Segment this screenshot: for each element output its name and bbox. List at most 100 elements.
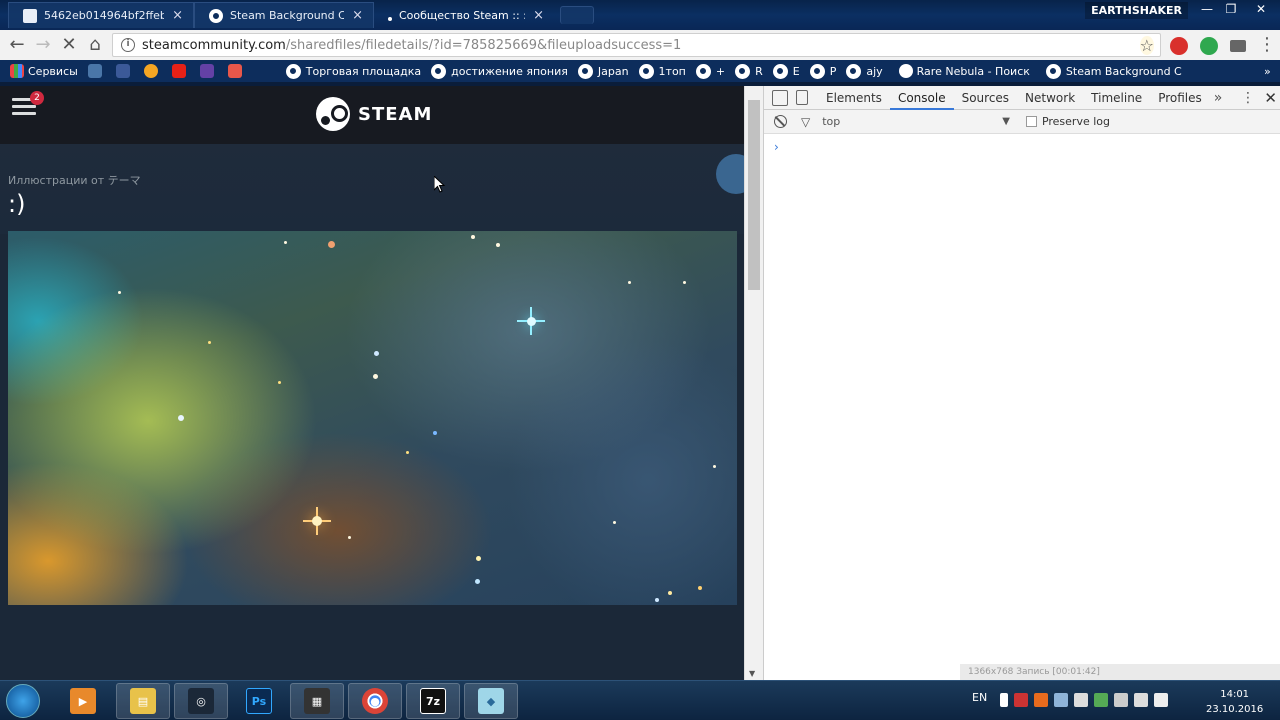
steam-logo[interactable]: STEAM — [316, 97, 432, 131]
scroll-down-icon[interactable]: ▼ — [749, 669, 755, 678]
bookmark-ajy[interactable]: ajy — [846, 63, 883, 79]
maximize-button[interactable]: ❐ — [1216, 0, 1246, 18]
google-icon — [898, 64, 913, 78]
tray-app-icon[interactable] — [1094, 693, 1108, 707]
artwork-category[interactable]: Иллюстрации от テーマ — [8, 172, 141, 188]
bookmark-facebook[interactable] — [115, 64, 134, 78]
show-hidden-icons-icon[interactable] — [1000, 693, 1008, 707]
close-icon[interactable]: × — [533, 8, 544, 23]
menu-icon[interactable]: ⋮ — [1256, 34, 1278, 56]
star — [374, 351, 379, 356]
steam-icon — [638, 63, 654, 79]
back-button[interactable]: ← — [6, 34, 28, 56]
bookmark-achievement[interactable]: достижение япония — [431, 63, 568, 79]
steam-page: 2 STEAM Иллюстрации от テーマ :) — [0, 86, 744, 680]
steam-tray-icon[interactable] — [1054, 693, 1068, 707]
bookmark-star-icon[interactable]: ☆ — [1139, 36, 1154, 55]
volume-icon[interactable] — [1154, 693, 1168, 707]
facebook-icon — [115, 64, 130, 78]
bookmark-1top[interactable]: 1топ — [638, 63, 686, 79]
language-indicator[interactable]: EN — [972, 691, 987, 704]
bookmark-app[interactable] — [227, 64, 246, 78]
forward-button[interactable]: → — [32, 34, 54, 56]
address-bar[interactable]: i steamcommunity.com /sharedfiles/filede… — [112, 33, 1161, 57]
chevron-down-icon[interactable]: ▼ — [1002, 116, 1010, 127]
media-player-icon[interactable]: ▶ — [56, 683, 110, 719]
tray-app-icon[interactable] — [1074, 693, 1088, 707]
bookmark-apps[interactable]: Сервисы — [10, 64, 78, 78]
start-button[interactable] — [6, 684, 40, 718]
video-editor-icon[interactable]: ▦ — [290, 683, 344, 719]
filter-icon[interactable]: ▽ — [801, 115, 810, 129]
bookmark-plus[interactable]: + — [695, 63, 725, 79]
star — [613, 521, 616, 524]
bookmark-japan[interactable]: Japan — [577, 63, 629, 79]
preserve-log-checkbox[interactable] — [1025, 116, 1037, 127]
chrome-icon[interactable]: ● — [348, 683, 402, 719]
device-mode-icon[interactable] — [796, 90, 808, 105]
close-icon[interactable]: × — [172, 8, 183, 23]
7zip-icon[interactable]: 7z — [406, 683, 460, 719]
devtools-menu-icon[interactable]: ⋮ — [1241, 90, 1255, 106]
preserve-log-label: Preserve log — [1041, 115, 1110, 128]
bookmark-twitch[interactable] — [199, 64, 218, 78]
star — [475, 579, 480, 584]
star — [496, 243, 500, 247]
more-tabs-icon[interactable]: » — [1214, 90, 1223, 106]
tab-console[interactable]: Console — [889, 86, 954, 110]
profile-name[interactable]: EARTHSHAKER — [1085, 2, 1188, 19]
tab-sources[interactable]: Sources — [954, 86, 1017, 110]
page-scrollbar[interactable]: ▼ — [744, 86, 763, 680]
bookmark-r[interactable]: R — [735, 63, 763, 79]
new-tab-button[interactable] — [560, 6, 594, 24]
steam-icon[interactable]: ◎ — [174, 683, 228, 719]
tab-steam-community[interactable]: Сообщество Steam :: :) × — [374, 2, 554, 28]
explorer-icon[interactable]: ▤ — [116, 683, 170, 719]
clear-console-icon[interactable] — [774, 115, 787, 128]
home-button[interactable]: ⌂ — [84, 34, 106, 56]
tab-network[interactable]: Network — [1017, 86, 1083, 110]
inspect-element-icon[interactable] — [772, 89, 788, 106]
devtools-tab-bar: Elements Console Sources Network Timelin… — [764, 86, 1280, 110]
stop-button[interactable]: ✕ — [58, 34, 80, 56]
steam-icon — [735, 63, 751, 79]
artwork-title: :) — [8, 190, 26, 218]
bookmarks-overflow-button[interactable]: » — [1264, 65, 1271, 78]
extension-icon[interactable] — [1170, 37, 1188, 55]
tray-app-icon[interactable] — [1114, 693, 1128, 707]
extension-icon[interactable] — [1230, 40, 1246, 52]
bookmark-vk[interactable] — [87, 64, 106, 78]
bookmark-youtube[interactable] — [171, 64, 190, 78]
bookmark-steam-background[interactable]: Steam Background C — [1045, 63, 1182, 79]
tab-timeline[interactable]: Timeline — [1083, 86, 1150, 110]
console-toolbar: ▽ top ▼ Preserve log — [764, 110, 1280, 134]
tray-app-icon[interactable] — [1034, 693, 1048, 707]
artwork-image[interactable] — [8, 231, 737, 605]
star — [328, 241, 335, 248]
console-prompt[interactable]: › — [774, 140, 779, 154]
paint-icon[interactable]: ◆ — [464, 683, 518, 719]
extension-icon[interactable] — [1200, 37, 1218, 55]
photoshop-icon[interactable]: Ps — [232, 683, 286, 719]
network-icon[interactable] — [1134, 693, 1148, 707]
tab-profiles[interactable]: Profiles — [1150, 86, 1210, 110]
close-icon[interactable]: × — [352, 8, 363, 23]
context-select[interactable]: top — [822, 115, 1002, 128]
tab-steam-background-crop[interactable]: Steam Background Crop × — [194, 2, 374, 28]
bookmark-rare-nebula[interactable]: Rare Nebula - Поиск — [898, 64, 1030, 78]
tab-image[interactable]: 5462eb014964bf2ffebf1€ × — [8, 2, 194, 28]
info-icon[interactable]: i — [121, 38, 135, 52]
steam-header: 2 STEAM — [0, 86, 744, 144]
navigation-bar: ← → ✕ ⌂ i steamcommunity.com /sharedfile… — [0, 30, 1280, 60]
bookmark-market[interactable]: Торговая площадка — [285, 63, 421, 79]
system-clock[interactable]: 14:01 23.10.2016 — [1206, 687, 1263, 717]
scrollbar-thumb[interactable] — [748, 100, 760, 290]
tray-app-icon[interactable] — [1014, 693, 1028, 707]
bookmark-email[interactable] — [143, 64, 162, 78]
bookmark-e[interactable]: E — [772, 63, 800, 79]
close-window-button[interactable]: ✕ — [1246, 0, 1276, 18]
close-devtools-icon[interactable]: ✕ — [1264, 89, 1277, 107]
tab-elements[interactable]: Elements — [818, 86, 890, 110]
bookmark-p[interactable]: P — [809, 63, 836, 79]
system-tray — [1000, 693, 1168, 707]
